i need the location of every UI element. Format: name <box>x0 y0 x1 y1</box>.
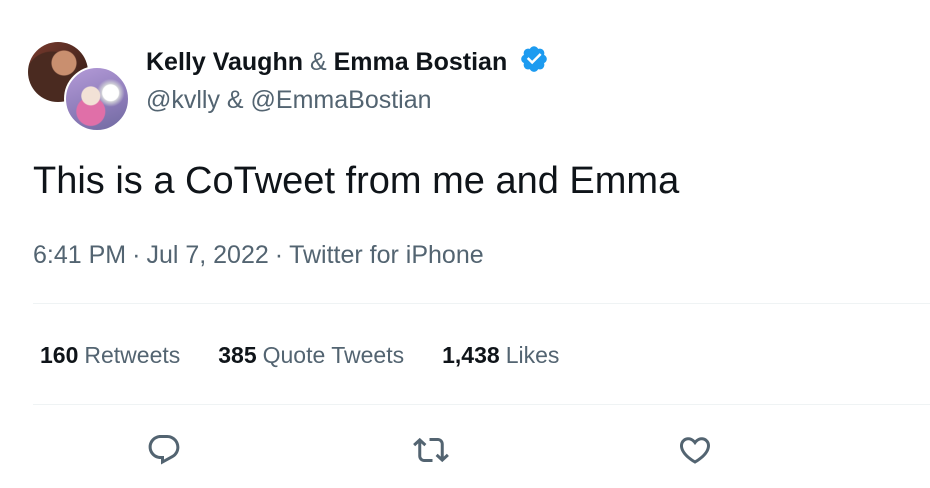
likes-stat[interactable]: 1,438 Likes <box>442 338 559 372</box>
likes-label: Likes <box>505 342 560 368</box>
tweet-meta: 6:41 PM · Jul 7, 2022 · Twitter for iPhone <box>33 238 484 272</box>
tweet-source[interactable]: Twitter for iPhone <box>289 241 484 269</box>
author-names: Kelly Vaughn & Emma Bostian <box>146 44 549 80</box>
retweets-label: Retweets <box>84 342 181 368</box>
co-author-avatars[interactable] <box>28 42 130 132</box>
heart-icon <box>679 437 711 464</box>
retweet-icon <box>413 437 449 463</box>
retweet-button[interactable] <box>409 428 453 472</box>
verified-badge-icon <box>521 46 548 72</box>
likes-count: 1,438 <box>442 342 500 368</box>
reply-icon <box>148 435 180 465</box>
like-button[interactable] <box>673 428 717 472</box>
quote-tweets-count: 385 <box>218 342 257 368</box>
divider <box>33 303 930 304</box>
quote-tweets-stat[interactable]: 385 Quote Tweets <box>218 338 404 372</box>
author-handles[interactable]: @kvlly & @EmmaBostian <box>146 83 432 117</box>
quote-tweets-label: Quote Tweets <box>262 342 405 368</box>
tweet-date[interactable]: Jul 7, 2022 <box>146 241 268 269</box>
retweets-stat[interactable]: 160 Retweets <box>40 338 180 372</box>
tweet-time[interactable]: 6:41 PM <box>33 241 126 269</box>
author-separator: & <box>309 48 327 76</box>
reply-button[interactable] <box>142 428 186 472</box>
tweet-card: Kelly Vaughn & Emma Bostian @kvlly & @Em… <box>0 0 930 488</box>
author-name-secondary[interactable]: Emma Bostian <box>334 48 508 76</box>
author-name-primary[interactable]: Kelly Vaughn <box>146 48 303 76</box>
meta-dot: · <box>274 241 284 269</box>
tweet-stats: 160 Retweets 385 Quote Tweets 1,438 Likes <box>40 338 559 372</box>
avatar-emma-bostian[interactable] <box>64 66 130 132</box>
tweet-text: This is a CoTweet from me and Emma <box>33 160 680 202</box>
retweets-count: 160 <box>40 342 79 368</box>
tweet-actions <box>0 428 930 472</box>
divider <box>33 404 930 405</box>
meta-dot: · <box>132 241 141 269</box>
